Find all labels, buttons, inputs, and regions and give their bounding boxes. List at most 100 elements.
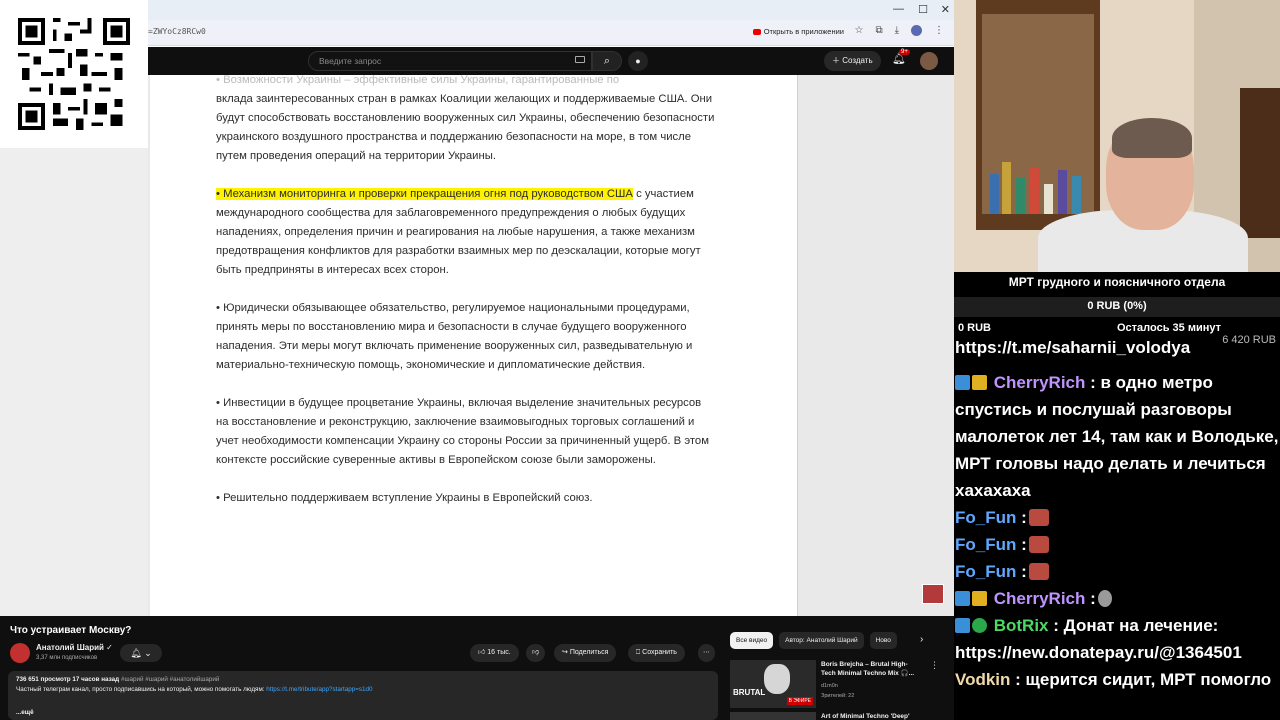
chat-text: щерится сидит, МРТ помогло bbox=[1020, 670, 1272, 689]
profile-avatar[interactable] bbox=[911, 25, 922, 36]
chat-message: Vodkin : щерится сидит, МРТ помогло bbox=[955, 666, 1280, 693]
recommended-title[interactable]: Boris Brejcha – Brutal High-Tech Minimal… bbox=[821, 660, 921, 678]
chat-separator: : bbox=[1021, 508, 1027, 527]
recommendation-chips: Все видео Автор: Анатолий Шарий Ново bbox=[730, 632, 897, 649]
search-placeholder: Введите запрос bbox=[319, 56, 382, 66]
book bbox=[1058, 170, 1067, 214]
book bbox=[990, 174, 999, 214]
show-more-button[interactable]: ...ещё bbox=[16, 709, 34, 716]
crown-badge-icon bbox=[972, 375, 987, 390]
chip-new[interactable]: Ново bbox=[869, 632, 897, 649]
prime-badge-icon bbox=[955, 375, 970, 390]
more-actions-button[interactable]: ⋯ bbox=[698, 644, 715, 662]
video-player[interactable]: • Возможности Украины – эффективные силы… bbox=[148, 74, 954, 616]
extensions-icon[interactable]: ⧉ bbox=[875, 25, 882, 36]
chat-message: Fo_Fun : bbox=[955, 504, 1280, 531]
doc-paragraph-4: • Инвестиции в будущее процветание Украи… bbox=[216, 397, 709, 466]
doc-highlight: • Механизм мониторинга и проверки прекра… bbox=[216, 188, 633, 200]
close-button[interactable]: ✕ bbox=[941, 3, 950, 16]
qr-code-icon bbox=[18, 18, 130, 130]
chat-separator: : bbox=[1090, 589, 1096, 608]
youtube-icon bbox=[752, 29, 761, 36]
subscription-bell-button[interactable]: 🔔︎ ⌄ bbox=[120, 644, 162, 662]
keyboard-icon[interactable] bbox=[575, 56, 585, 63]
search-icon: ⌕ bbox=[603, 55, 611, 67]
like-button[interactable]: 👍︎ 16 тыс. bbox=[470, 644, 519, 662]
search-button[interactable]: ⌕ bbox=[592, 51, 622, 71]
thumbs-up-icon: 👍︎ bbox=[478, 649, 488, 656]
hashtags[interactable]: #шарий #шарий #анатолийшарий bbox=[121, 676, 220, 683]
open-in-app-button[interactable]: Открыть в приложении bbox=[752, 27, 844, 36]
chip-all-videos[interactable]: Все видео bbox=[730, 632, 774, 649]
save-button[interactable]: ⎕ Сохранить bbox=[628, 644, 685, 662]
pinned-link[interactable]: https://t.me/saharnii_volodya bbox=[955, 338, 1190, 358]
chat-separator: : bbox=[1021, 562, 1027, 581]
stream-overlay: МРТ грудного и поясничного отдела 0 RUB … bbox=[954, 272, 1280, 720]
thumbnail-figure bbox=[764, 664, 790, 694]
emote-icon bbox=[1028, 563, 1049, 580]
chat-separator: : bbox=[1021, 535, 1027, 554]
voice-search-button[interactable]: ● bbox=[628, 51, 648, 71]
star-icon[interactable]: ☆ bbox=[854, 25, 863, 36]
donation-goal-time-left: Осталось 35 минут bbox=[1117, 322, 1222, 334]
chat-username[interactable]: Fo_Fun bbox=[955, 535, 1016, 554]
window-titlebar: — ☐ ✕ bbox=[148, 0, 954, 20]
description-text: Частный телеграм канал, просто подписавш… bbox=[16, 686, 265, 693]
chip-author[interactable]: Автор: Анатолий Шарий bbox=[779, 632, 864, 649]
chat-username[interactable]: Vodkin bbox=[955, 670, 1010, 689]
donation-goal-title: МРТ грудного и поясничного отдела bbox=[1008, 275, 1226, 289]
save-label: Сохранить bbox=[642, 649, 677, 656]
recommended-viewers: Зрителей: 22 bbox=[821, 693, 855, 699]
donation-goal-current: 0 RUB (0%) bbox=[1087, 300, 1147, 312]
prime-badge-icon bbox=[955, 591, 970, 606]
recommended-thumbnail-2[interactable] bbox=[730, 712, 816, 720]
chevron-right-icon[interactable]: › bbox=[920, 634, 923, 645]
emote-icon bbox=[1028, 536, 1049, 553]
recommended-title-2[interactable]: Art of Minimal Techno 'Deep' bbox=[821, 713, 910, 720]
menu-icon[interactable]: ⋮ bbox=[934, 25, 944, 36]
url-text[interactable]: =ZWYoCz8RCw0 bbox=[148, 27, 206, 36]
download-icon[interactable]: ⤓ bbox=[895, 25, 899, 36]
chat-message: Fo_Fun : bbox=[955, 531, 1280, 558]
plus-icon: ＋ bbox=[832, 56, 843, 65]
crown-badge-icon bbox=[972, 591, 987, 606]
description-link[interactable]: https://t.me/tribute/app?startapp=s1d0 bbox=[266, 686, 372, 693]
chat-username[interactable]: BotRix bbox=[994, 616, 1049, 635]
video-info-panel: Что устраивает Москву? Анатолий Шарий ✓ … bbox=[0, 616, 954, 720]
recommended-thumbnail[interactable]: BRUTAL В ЭФИРЕ bbox=[730, 660, 816, 708]
stream-screen: — ☐ ✕ =ZWYoCz8RCw0 Открыть в приложении … bbox=[0, 0, 1280, 720]
kebab-menu-icon[interactable]: ⋮ bbox=[930, 660, 939, 671]
chat-username[interactable]: CherryRich bbox=[994, 373, 1086, 392]
bookshelf bbox=[976, 0, 1100, 230]
live-badge: В ЭФИРЕ bbox=[786, 697, 813, 705]
corner-avatar-icon bbox=[922, 584, 944, 604]
maximize-button[interactable]: ☐ bbox=[918, 3, 928, 16]
recommended-author[interactable]: d1m0n bbox=[821, 683, 838, 689]
address-bar-icons: ☆ ⧉ ⤓ ⋮ bbox=[854, 25, 944, 36]
doc-paragraph-5: • Решительно поддерживаем вступление Укр… bbox=[216, 492, 593, 504]
account-avatar[interactable] bbox=[920, 52, 938, 70]
chat-username[interactable]: CherryRich bbox=[994, 589, 1086, 608]
notifications-badge: 9+ bbox=[899, 49, 910, 55]
address-bar[interactable]: =ZWYoCz8RCw0 Открыть в приложении ☆ ⧉ ⤓ … bbox=[148, 20, 954, 46]
book bbox=[1044, 184, 1053, 214]
channel-avatar[interactable] bbox=[10, 643, 30, 663]
doc-paragraph-3: • Юридически обязывающее обязательство, … bbox=[216, 302, 693, 371]
donation-goal-bar: 0 RUB (0%) bbox=[954, 297, 1280, 317]
share-button[interactable]: ↪ Поделиться bbox=[554, 644, 617, 662]
thumbnail-text: BRUTAL bbox=[733, 688, 766, 697]
create-button[interactable]: ＋ Создать bbox=[824, 51, 881, 71]
chat-username[interactable]: Fo_Fun bbox=[955, 508, 1016, 527]
ghost-emote-icon bbox=[1097, 590, 1112, 607]
minimize-button[interactable]: — bbox=[893, 3, 904, 15]
dislike-button[interactable]: 👎︎ bbox=[526, 644, 546, 662]
verified-bot-badge-icon bbox=[972, 618, 987, 633]
search-input[interactable]: Введите запрос bbox=[308, 51, 592, 71]
channel-name-text: Анатолий Шарий bbox=[36, 643, 104, 652]
document-page: • Возможности Украины – эффективные силы… bbox=[150, 74, 798, 616]
description-box[interactable]: 736 651 просмотр 17 часов назад #шарий #… bbox=[8, 671, 718, 720]
chat-username[interactable]: Fo_Fun bbox=[955, 562, 1016, 581]
qr-code-panel bbox=[0, 0, 148, 148]
channel-name[interactable]: Анатолий Шарий ✓ bbox=[36, 643, 113, 652]
thumbs-down-icon: 👎︎ bbox=[532, 649, 540, 656]
